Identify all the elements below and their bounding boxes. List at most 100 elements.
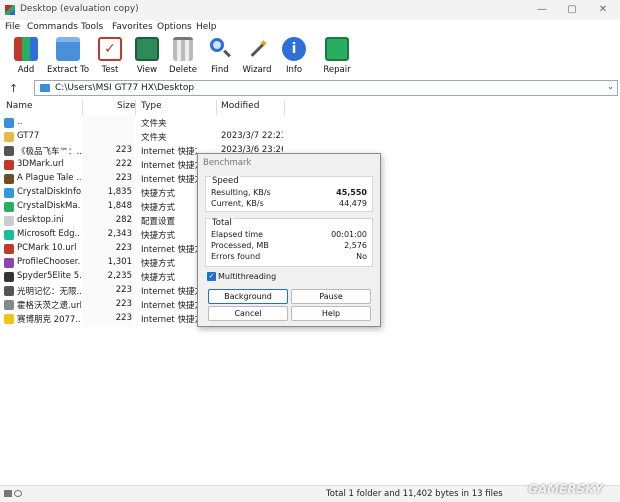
column-divider[interactable] — [135, 100, 136, 115]
errors-label: Errors found — [211, 252, 261, 261]
file-row[interactable]: GT77 文件夹 2023/3/7 22:23 — [0, 130, 300, 144]
up-arrow-icon[interactable]: ↑ — [9, 82, 18, 95]
file-icon — [4, 202, 14, 212]
wand-icon: ✦ — [245, 37, 269, 61]
file-size: 2,235 — [107, 271, 132, 281]
column-divider[interactable] — [82, 100, 83, 115]
background-button[interactable]: Background — [208, 289, 288, 304]
minimize-icon[interactable]: — — [535, 3, 549, 17]
repair-label: Repair — [323, 65, 351, 75]
info-button[interactable]: i Info — [272, 37, 316, 77]
close-icon[interactable]: ✕ — [596, 3, 610, 17]
info-label: Info — [285, 65, 303, 75]
pause-button[interactable]: Pause — [291, 289, 371, 304]
file-icon — [4, 216, 14, 226]
dialog-title: Benchmark — [203, 158, 252, 168]
folder-icon — [40, 84, 50, 92]
file-size: 223 — [115, 173, 132, 183]
file-size: 282 — [115, 215, 132, 225]
elapsed-time-label: Elapsed time — [211, 230, 264, 239]
add-button[interactable]: Add — [4, 37, 48, 77]
file-name: 霍格沃茨之遗.url — [17, 301, 81, 311]
extract-to-button[interactable]: Extract To — [46, 37, 90, 77]
file-name: desktop.ini — [17, 215, 64, 225]
column-header-type[interactable]: Type — [141, 101, 162, 115]
menu-bar: File Commands Tools Favorites Options He… — [0, 20, 620, 35]
multithreading-checkbox[interactable]: ✓ — [207, 272, 216, 281]
menu-tools[interactable]: Tools — [81, 22, 103, 32]
file-icon — [4, 146, 14, 156]
file-icon — [4, 174, 14, 184]
file-size: 1,848 — [107, 201, 132, 211]
address-field[interactable]: C:\Users\MSI GT77 HX\Desktop ⌄ — [34, 80, 618, 96]
column-header-modified[interactable]: Modified — [221, 101, 259, 115]
column-header-name[interactable]: Name — [6, 101, 33, 115]
multithreading-label[interactable]: Multithreading — [218, 272, 276, 281]
menu-options[interactable]: Options — [157, 22, 192, 32]
file-size: 222 — [115, 159, 132, 169]
file-icon — [4, 314, 14, 324]
window-title: Desktop (evaluation copy) — [20, 4, 139, 14]
menu-file[interactable]: File — [5, 22, 20, 32]
column-divider[interactable] — [284, 100, 285, 115]
file-row[interactable]: .. 文件夹 — [0, 116, 300, 130]
file-name: A Plague Tale ... — [17, 173, 81, 183]
file-modified: 2023/3/7 22:23 — [221, 131, 283, 141]
address-path: C:\Users\MSI GT77 HX\Desktop — [55, 83, 195, 93]
file-name: .. — [17, 117, 23, 127]
file-name: PCMark 10.url — [17, 243, 77, 253]
resulting-speed-row: Resulting, KB/s 45,550 — [211, 188, 367, 199]
drive-icon — [4, 489, 24, 498]
menu-favorites[interactable]: Favorites — [112, 22, 153, 32]
toolbar: Add Extract To ✓ Test View Delete Find ✦… — [0, 35, 620, 77]
file-icon — [4, 272, 14, 282]
file-type: Internet 快捷方 — [141, 315, 197, 325]
file-type: Internet 快捷方 — [141, 245, 197, 255]
processed-value: 2,576 — [344, 241, 367, 250]
file-name: CrystalDiskInfo... — [17, 187, 81, 197]
file-size: 1,301 — [107, 257, 132, 267]
file-name: Spyder5Elite 5.... — [17, 271, 81, 281]
repair-button[interactable]: Repair — [315, 37, 359, 77]
menu-help[interactable]: Help — [196, 22, 217, 32]
file-name: 3DMark.url — [17, 159, 64, 169]
elapsed-time-value: 00:01:00 — [331, 230, 367, 239]
column-header-size[interactable]: Size — [117, 101, 135, 115]
chevron-down-icon[interactable]: ⌄ — [607, 82, 614, 91]
benchmark-dialog: Benchmark Speed Resulting, KB/s 45,550 C… — [197, 153, 381, 327]
file-type: 文件夹 — [141, 133, 167, 143]
help-button[interactable]: Help — [291, 306, 371, 321]
file-type: 快捷方式 — [141, 259, 176, 269]
file-icon — [4, 118, 14, 128]
processed-row: Processed, MB 2,576 — [211, 241, 367, 252]
file-type: 快捷方式 — [141, 203, 176, 213]
add-label: Add — [17, 65, 35, 75]
file-icon — [4, 258, 14, 268]
file-size: 223 — [115, 145, 132, 155]
cancel-button[interactable]: Cancel — [208, 306, 288, 321]
file-type: Internet 快捷方 — [141, 161, 197, 171]
file-type: 配置设置 — [141, 217, 176, 227]
column-divider[interactable] — [216, 100, 217, 115]
file-size: 223 — [115, 299, 132, 309]
extract-to-label: Extract To — [46, 65, 90, 75]
processed-label: Processed, MB — [211, 241, 269, 250]
add-archive-icon — [14, 37, 38, 61]
errors-value: No — [356, 252, 367, 261]
file-icon — [4, 244, 14, 254]
menu-commands[interactable]: Commands — [27, 22, 78, 32]
file-name: GT77 — [17, 131, 40, 141]
file-type: Internet 快捷方 — [141, 287, 197, 297]
repair-icon — [325, 37, 349, 61]
total-group: Total Elapsed time 00:01:00 Processed, M… — [205, 218, 373, 267]
maximize-icon[interactable]: ▢ — [565, 3, 579, 17]
file-type: 快捷方式 — [141, 189, 176, 199]
watermark: GAMERSKY — [528, 482, 604, 496]
file-type: 快捷方式 — [141, 231, 176, 241]
file-type: Internet 快捷方 — [141, 175, 197, 185]
extract-folder-icon — [56, 37, 80, 61]
file-name: 《极品飞车™：... — [17, 147, 81, 157]
file-name: 赛博朋克 2077.... — [17, 315, 81, 325]
info-icon: i — [282, 37, 306, 61]
file-size: 223 — [115, 313, 132, 323]
